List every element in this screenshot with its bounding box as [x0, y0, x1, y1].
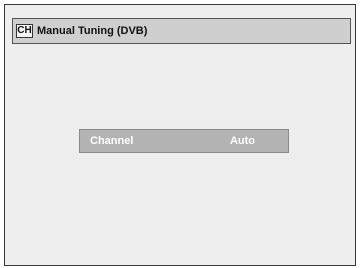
page-title: Manual Tuning (DVB) — [37, 25, 148, 37]
manual-tuning-screen: CH Manual Tuning (DVB) Channel Auto — [4, 4, 356, 266]
title-bar: CH Manual Tuning (DVB) — [12, 18, 351, 44]
channel-setting-row[interactable]: Channel Auto — [79, 129, 289, 153]
channel-label: Channel — [90, 135, 134, 147]
channel-value: Auto — [229, 135, 255, 147]
ch-icon: CH — [16, 24, 33, 38]
